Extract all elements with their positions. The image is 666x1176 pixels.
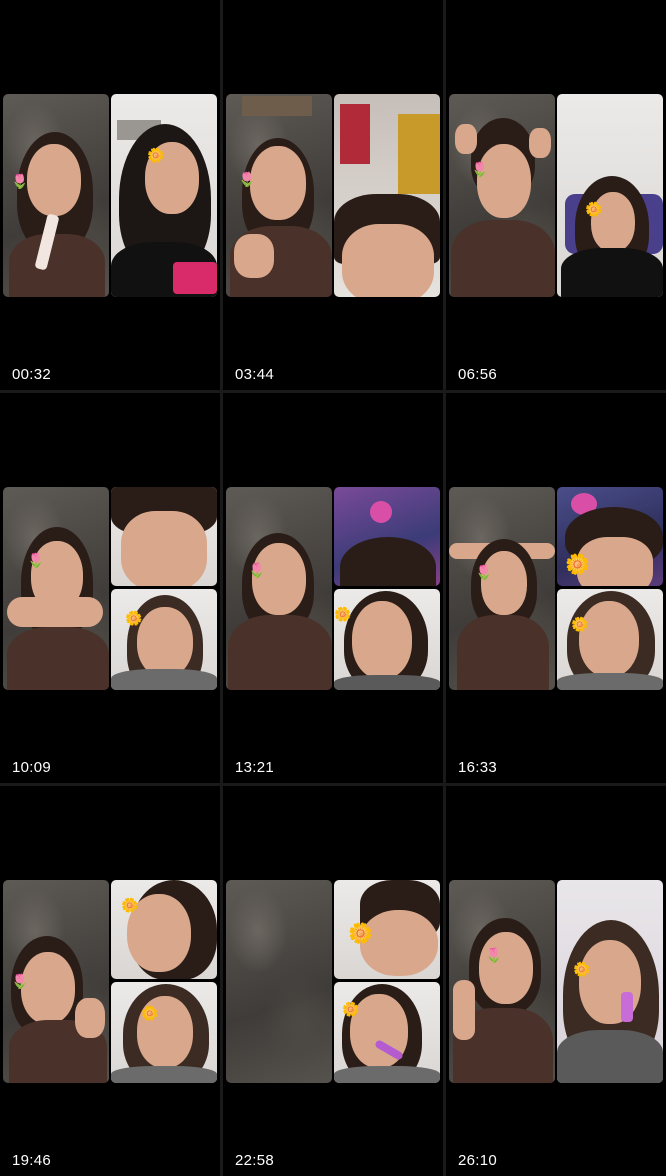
flower-sticker-icon: 🌼: [121, 897, 139, 913]
video-thumbnail[interactable]: 🌷 🌼 06:56: [446, 0, 666, 390]
thumbnail-frame-left: 🌷: [3, 487, 109, 690]
flower-sticker-icon: 🌼: [573, 961, 591, 977]
video-timestamp: 06:56: [458, 366, 498, 383]
grid-divider: [0, 783, 666, 786]
thumbnail-frame-left: 🌷: [3, 880, 109, 1083]
thumbnail-frame-bottom: 🌼: [334, 982, 440, 1083]
video-timestamp: 00:32: [12, 366, 52, 383]
video-timestamp: 10:09: [12, 759, 52, 776]
flower-sticker-icon: 🌼: [342, 1001, 360, 1017]
thumbnail-frame-top: 🌼: [111, 880, 217, 979]
thumbnail-frame-left: 🌷: [226, 94, 332, 297]
thumbnail-frame-bottom: 🌼: [111, 982, 217, 1083]
grid-divider: [220, 0, 223, 1176]
video-thumbnail[interactable]: 🌷 🌼 26:10: [446, 786, 666, 1176]
video-timestamp: 26:10: [458, 1152, 498, 1169]
flower-sticker-icon: 🌷: [11, 973, 29, 989]
flower-sticker-icon: 🌷: [475, 564, 493, 580]
flower-sticker-icon: 🌷: [27, 552, 45, 568]
thumbnail-frame-right: 🌼: [111, 94, 217, 297]
thumbnail-frame-right: 🌼: [557, 880, 663, 1083]
flower-sticker-icon: 🌷: [238, 171, 256, 187]
thumbnail-frame-bottom: 🌼: [334, 589, 440, 690]
thumbnail-frame-left: 🌷: [226, 487, 332, 690]
flower-sticker-icon: 🌼: [141, 1005, 159, 1021]
grid-divider: [443, 0, 446, 1176]
video-timestamp: 22:58: [235, 1152, 275, 1169]
thumbnail-frame-top: 🌼: [557, 487, 663, 586]
thumbnail-frame-bottom: 🌼: [111, 589, 217, 690]
video-thumbnail[interactable]: 🌼 🌼 22:58: [223, 786, 443, 1176]
grid-divider: [0, 390, 666, 393]
flower-sticker-icon: 🌼: [565, 554, 590, 576]
flower-sticker-icon: 🌼: [334, 606, 352, 622]
thumbnail-frame-top: [111, 487, 217, 586]
video-thumbnail[interactable]: 🌷 🌼 00:32: [0, 0, 220, 390]
video-thumbnail[interactable]: 🌷 🌼 10:09: [0, 393, 220, 783]
thumbnail-frame-right: 🌼: [557, 94, 663, 297]
video-timestamp: 03:44: [235, 366, 275, 383]
thumbnail-frame-left: 🌷: [3, 94, 109, 297]
video-timestamp: 19:46: [12, 1152, 52, 1169]
thumbnail-frame-left: 🌷: [449, 880, 555, 1083]
flower-sticker-icon: 🌼: [571, 616, 589, 632]
flower-sticker-icon: 🌷: [471, 161, 489, 177]
thumbnail-frame-top: 🌼: [334, 880, 440, 979]
flower-sticker-icon: 🌼: [585, 201, 603, 217]
thumbnail-frame-left: 🌷: [449, 94, 555, 297]
video-thumbnail-grid: 🌷 🌼 00:32 🌷 03:44 🌷 🌼 06:56 🌷 🌼 10:09 🌷 …: [0, 0, 666, 1176]
flower-sticker-icon: 🌷: [248, 562, 266, 578]
thumbnail-frame-top: [334, 487, 440, 586]
video-thumbnail[interactable]: 🌷 🌼 🌼 19:46: [0, 786, 220, 1176]
thumbnail-frame-left: 🌷: [449, 487, 555, 690]
flower-sticker-icon: 🌷: [11, 173, 29, 189]
video-timestamp: 16:33: [458, 759, 498, 776]
flower-sticker-icon: 🌼: [125, 610, 143, 626]
video-thumbnail[interactable]: 🌷 03:44: [223, 0, 443, 390]
video-timestamp: 13:21: [235, 759, 275, 776]
thumbnail-frame-bottom: 🌼: [557, 589, 663, 690]
flower-sticker-icon: 🌼: [348, 923, 373, 945]
thumbnail-frame-right: [334, 94, 440, 297]
flower-sticker-icon: 🌼: [147, 147, 165, 163]
video-thumbnail[interactable]: 🌷 🌼 13:21: [223, 393, 443, 783]
video-thumbnail[interactable]: 🌷 🌼 🌼 16:33: [446, 393, 666, 783]
thumbnail-frame-left: [226, 880, 332, 1083]
flower-sticker-icon: 🌷: [485, 947, 503, 963]
